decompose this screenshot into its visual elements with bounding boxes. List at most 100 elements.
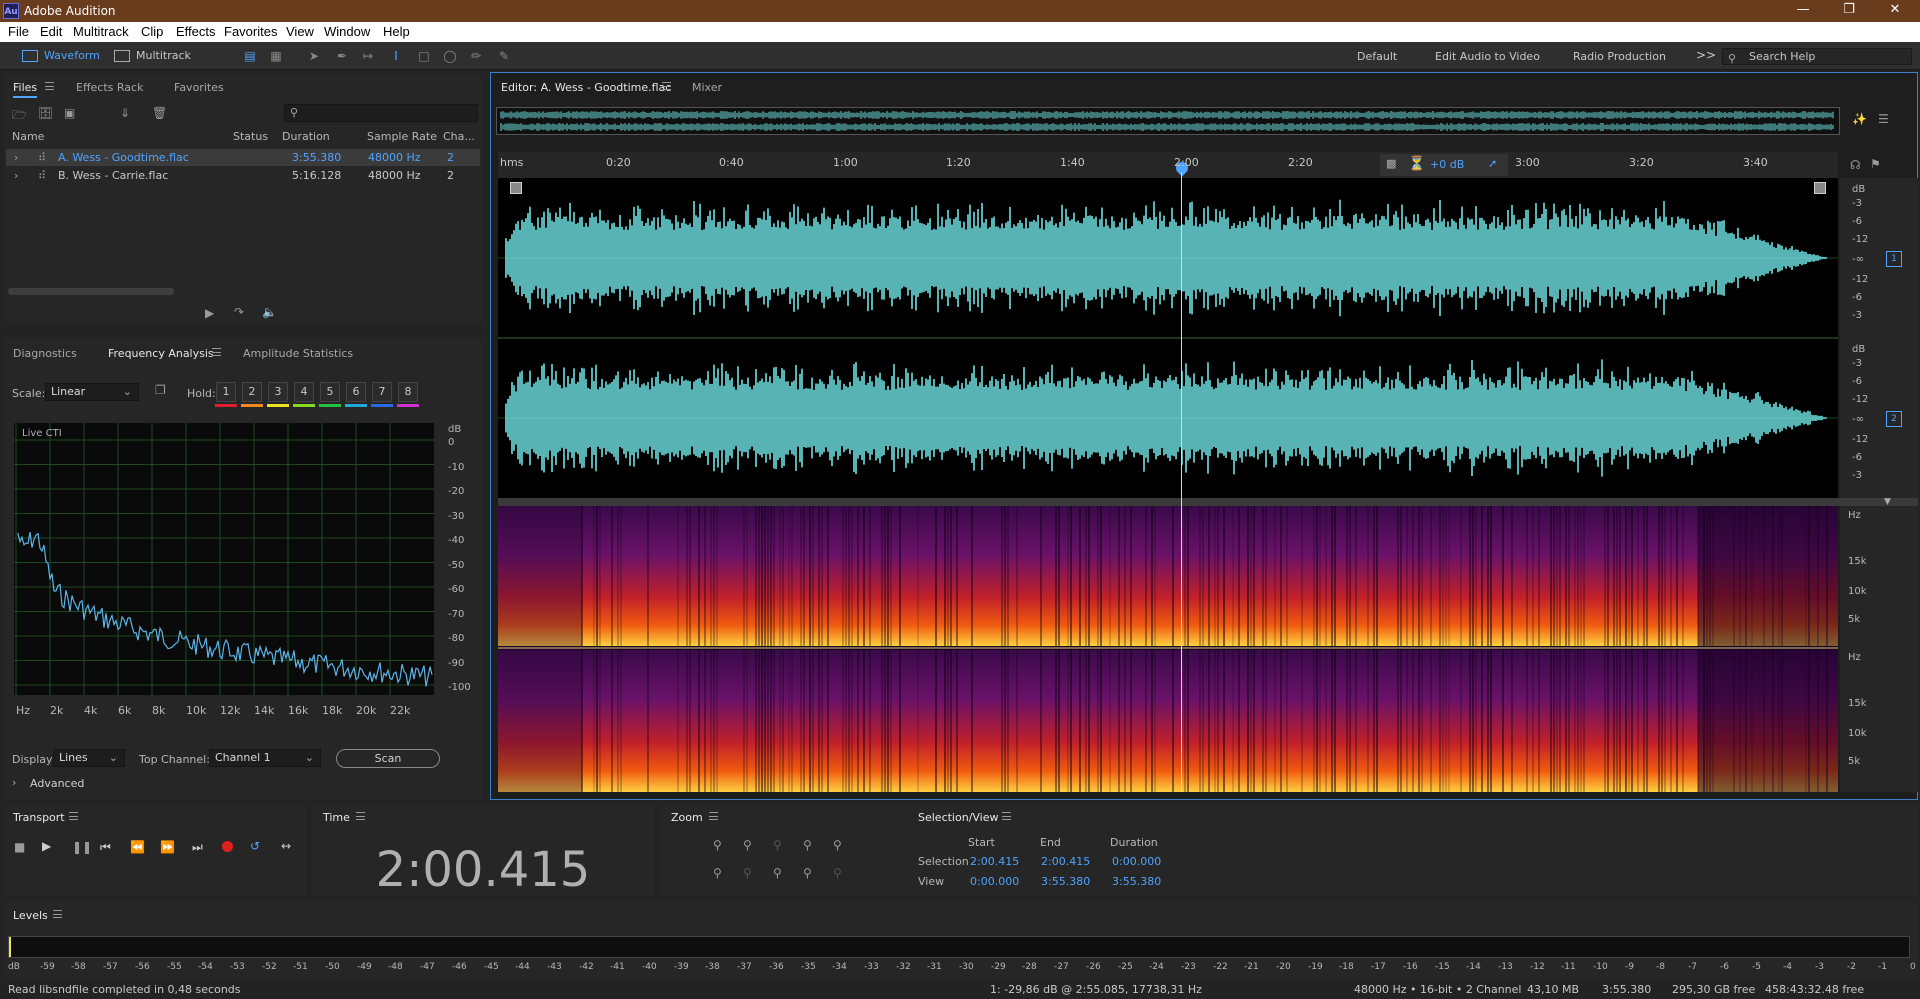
menu-clip[interactable]: Clip [141,24,163,39]
minimize-icon[interactable]: — [1780,2,1826,20]
delete-icon[interactable]: 🗑 [152,106,167,120]
file-row[interactable]: › ⠾ B. Wess - Carrie.flac 5:16.128 48000… [6,167,480,184]
multitrack-mode-button[interactable]: Multitrack [112,47,191,65]
tab-mixer[interactable]: Mixer [692,81,722,94]
scan-button[interactable]: Scan [336,749,440,768]
col-status[interactable]: Status [233,130,268,143]
marquee-tool-icon[interactable]: □ [416,49,432,63]
razor-tool-icon[interactable]: ✒ [334,49,350,63]
zoom-to-end-icon[interactable]: ⚲ [803,866,812,880]
pin-icon[interactable]: ➚ [1488,157,1497,170]
tab-diagnostics[interactable]: Diagnostics [13,347,77,360]
expand-chevron-icon[interactable]: › [14,169,18,182]
zoom-in-selection-start-icon[interactable]: ⚲ [743,866,752,880]
selection-end[interactable]: 2:00.415 [1041,855,1090,868]
move-tool-icon[interactable]: ➤ [306,49,322,63]
levels-menu-icon[interactable] [53,910,62,918]
menu-effects[interactable]: Effects [176,24,216,39]
zoom-selection-icon[interactable]: ⚲ [713,866,722,880]
gain-knob-icon[interactable]: ⏳ [1408,156,1425,172]
hud-gain-control[interactable]: ▩ ⏳ +0 dB ➚ [1380,154,1508,176]
zoom-out-amplitude-icon[interactable]: ⚲ [743,838,752,852]
insert-into-multitrack-icon[interactable]: ⇓ [120,106,130,120]
files-search-input[interactable] [284,104,478,122]
skip-selection-icon[interactable]: ↔ [281,839,291,853]
hold-6-button[interactable]: 6 [346,382,366,402]
lasso-tool-icon[interactable]: ◯ [442,49,458,63]
tab-amplitude-statistics[interactable]: Amplitude Statistics [243,347,353,360]
spectral-options-icon[interactable]: ☰ [1878,112,1889,126]
headphone-icon[interactable]: ☊ [1850,158,1861,172]
expand-chevron-icon[interactable]: › [14,151,18,164]
fade-out-handle[interactable] [1814,182,1826,194]
snapshot-icon[interactable]: ❐ [155,383,166,397]
search-help-input[interactable]: Search Help [1722,48,1912,65]
play-icon[interactable]: ▶ [42,839,51,853]
hold-1-button[interactable]: 1 [216,382,236,402]
loop-playback-icon[interactable]: ↺ [250,839,260,853]
stop-icon[interactable]: ■ [14,840,25,854]
skip-to-end-icon[interactable]: ⏭ [192,840,203,855]
overview-waveform[interactable] [496,107,1840,135]
play-preview-icon[interactable]: ▶ [205,306,214,320]
hold-2-button[interactable]: 2 [242,382,262,402]
zoom-out-time-icon[interactable]: ⚲ [803,838,812,852]
analysis-panel-menu-icon[interactable] [212,348,221,356]
tab-favorites[interactable]: Favorites [174,81,224,94]
col-name[interactable]: Name [12,130,44,143]
import-file-icon[interactable]: 🗄 [38,106,53,120]
restore-icon[interactable]: ❐ [1826,2,1872,20]
tab-editor[interactable]: Editor: A. Wess - Goodtime.flac [501,81,671,94]
display-select[interactable]: Lines ⌄ [53,749,125,767]
time-menu-icon[interactable] [356,812,365,820]
close-icon[interactable]: ✕ [1872,2,1918,20]
zoom-out-full-icon[interactable]: ⚲ [833,838,842,852]
zoom-menu-icon[interactable] [709,812,718,820]
workspace-radio-production[interactable]: Radio Production [1573,50,1666,63]
selection-start[interactable]: 2:00.415 [970,855,1019,868]
advanced-toggle[interactable]: Advanced [30,777,84,790]
skip-to-start-icon[interactable]: ⏮ [100,840,111,855]
tab-frequency-analysis[interactable]: Frequency Analysis [108,347,214,360]
waveform-mode-button[interactable]: Waveform [20,47,100,65]
tab-effects-rack[interactable]: Effects Rack [76,81,143,94]
menu-file[interactable]: File [8,24,29,39]
view-start[interactable]: 0:00.000 [970,875,1019,888]
zoom-lock-icon[interactable]: ✨ [1852,112,1867,126]
zoom-in-amplitude-icon[interactable]: ⚲ [713,838,722,852]
hold-5-button[interactable]: 5 [320,382,340,402]
workspace-edit-audio-to-video[interactable]: Edit Audio to Video [1435,50,1540,63]
time-selection-tool-icon[interactable]: I [388,49,404,63]
hold-4-button[interactable]: 4 [294,382,314,402]
transport-menu-icon[interactable] [69,812,78,820]
channel-2-toggle[interactable]: 2 [1886,411,1902,427]
slip-tool-icon[interactable]: ↦ [360,49,376,63]
loop-preview-icon[interactable]: ↷ [234,305,244,319]
channel-1-toggle[interactable]: 1 [1886,251,1902,267]
hold-8-button[interactable]: 8 [398,382,418,402]
col-duration[interactable]: Duration [282,130,330,143]
more-workspaces-button[interactable]: >> [1696,48,1716,62]
selection-menu-icon[interactable] [1002,812,1011,820]
menu-view[interactable]: View [286,24,314,39]
view-end[interactable]: 3:55.380 [1041,875,1090,888]
workspace-default[interactable]: Default [1357,50,1397,63]
menu-window[interactable]: Window [324,24,370,39]
zoom-to-start-icon[interactable]: ⚲ [773,866,782,880]
waveform-display[interactable] [498,178,1838,498]
col-channels[interactable]: Cha... [443,130,475,143]
marker-icon[interactable]: ⚑ [1870,157,1881,171]
menu-multitrack[interactable]: Multitrack [73,24,129,39]
selection-duration[interactable]: 0:00.000 [1112,855,1161,868]
rewind-icon[interactable]: ⏪ [130,840,145,854]
menu-edit[interactable]: Edit [40,24,62,39]
scale-select[interactable]: Linear ⌄ [45,383,139,401]
zoom-in-time-icon[interactable]: ⚲ [773,838,782,852]
hold-3-button[interactable]: 3 [268,382,288,402]
files-horizontal-scrollbar[interactable] [8,288,174,295]
advanced-chevron-icon[interactable]: › [12,776,16,789]
pause-icon[interactable]: ❚❚ [72,840,92,854]
view-divider[interactable] [498,498,1918,506]
tab-files[interactable]: Files [13,81,38,98]
record-icon[interactable] [222,841,233,852]
